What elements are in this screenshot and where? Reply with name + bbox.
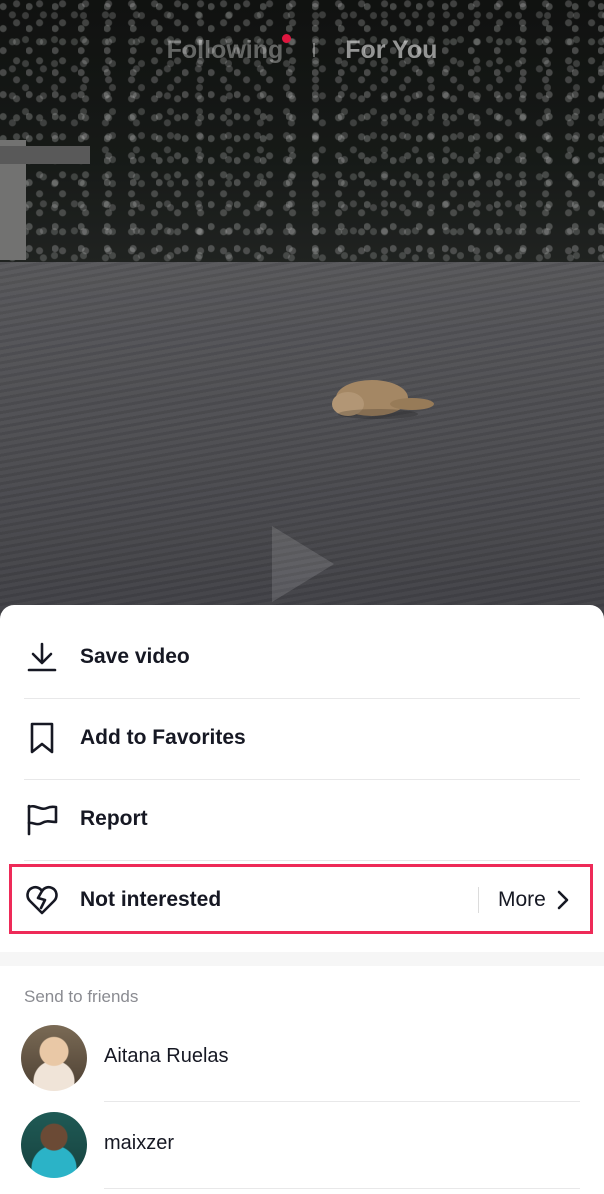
highlight-box (9, 864, 593, 934)
share-action-sheet: Save video Add to Favorites Report Not i… (0, 605, 604, 1194)
action-menu: Save video Add to Favorites Report Not i… (0, 605, 604, 952)
video-player[interactable]: Following For You (0, 0, 604, 620)
download-icon (24, 639, 60, 675)
friend-item[interactable]: maixzer (0, 1104, 604, 1186)
report-label: Report (80, 807, 148, 830)
play-icon[interactable] (272, 526, 334, 602)
avatar (21, 1025, 87, 1091)
friend-name: Aitana Ruelas (104, 1045, 229, 1067)
notification-dot (282, 33, 292, 43)
add-to-favorites-label: Add to Favorites (80, 726, 246, 749)
avatar (21, 1112, 87, 1178)
save-video-button[interactable]: Save video (0, 617, 604, 697)
section-separator (0, 952, 604, 966)
bookmark-icon (24, 720, 60, 756)
add-to-favorites-button[interactable]: Add to Favorites (0, 698, 604, 778)
feed-tabs: Following For You (0, 30, 604, 70)
tab-separator (313, 43, 316, 57)
tab-for-you[interactable]: For You (345, 36, 437, 65)
report-button[interactable]: Report (0, 779, 604, 859)
save-video-label: Save video (80, 645, 190, 668)
divider (104, 1101, 580, 1102)
friend-name: maixzer (104, 1132, 175, 1154)
tab-following[interactable]: Following (167, 33, 292, 65)
divider (104, 1188, 580, 1189)
send-to-friends-heading: Send to friends (24, 987, 139, 1006)
flag-icon (24, 801, 60, 837)
friend-item[interactable]: Aitana Ruelas (0, 1017, 604, 1099)
